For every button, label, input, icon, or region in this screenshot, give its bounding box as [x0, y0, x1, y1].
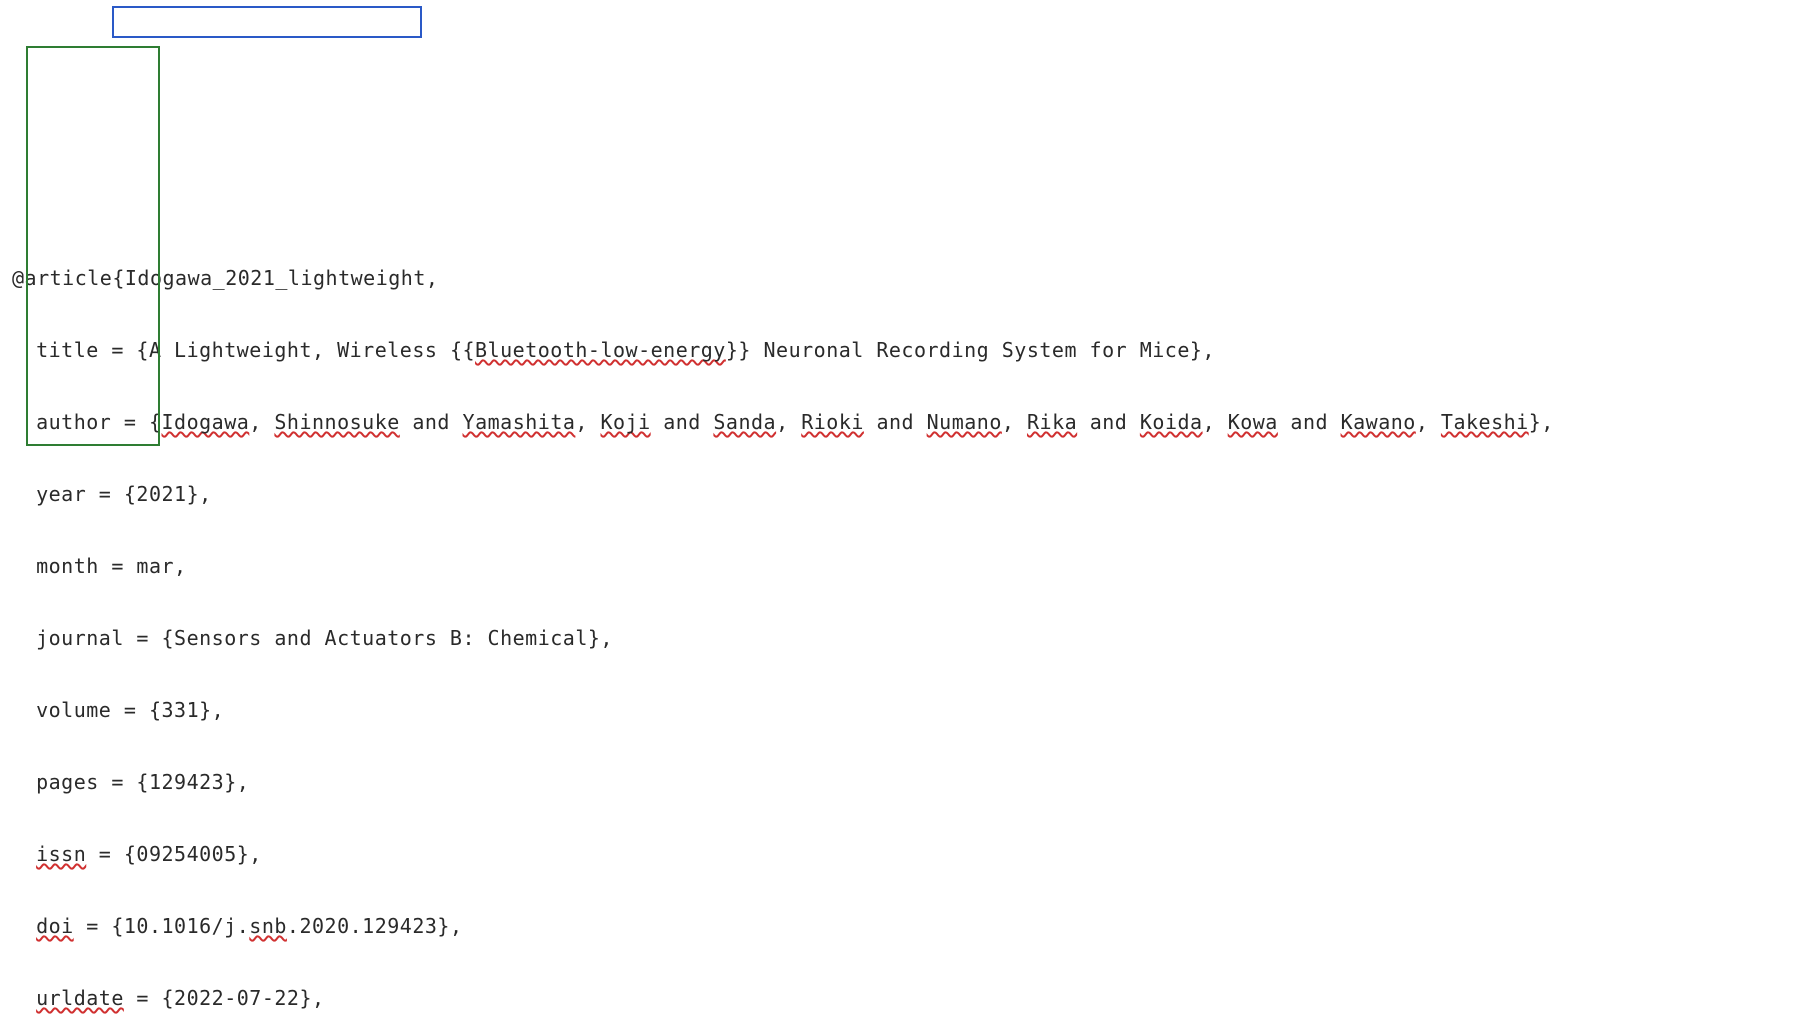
cite-key: Idogawa_2021_lightweight: [125, 266, 426, 290]
urldate-value: 2022-07-22: [174, 986, 299, 1010]
year-value: 2021: [136, 482, 186, 506]
field-urldate: urldate = {2022-07-22},: [12, 980, 1797, 1016]
bibtex-entry-header: @article{Idogawa_2021_lightweight,: [12, 260, 1797, 296]
issn-key: issn: [36, 842, 86, 866]
author-last: Idogawa: [162, 410, 250, 434]
field-volume: volume = {331},: [12, 692, 1797, 728]
issn-value: 09254005: [136, 842, 236, 866]
author-first: Kowa: [1228, 410, 1278, 434]
field-issn: issn = {09254005},: [12, 836, 1797, 872]
highlight-box-citekey: [112, 6, 422, 38]
field-doi: doi = {10.1016/j.snb.2020.129423},: [12, 908, 1797, 944]
field-year: year = {2021},: [12, 476, 1797, 512]
author-first: Shinnosuke: [274, 410, 399, 434]
bibtex-source: @article{Idogawa_2021_lightweight, title…: [12, 260, 1797, 1024]
urldate-key: urldate: [36, 986, 124, 1010]
field-author: author = {Idogawa, Shinnosuke and Yamash…: [12, 404, 1797, 440]
spellcheck-word: Bluetooth-low-energy: [475, 338, 726, 362]
spellcheck-word: snb: [249, 914, 287, 938]
month-value: mar: [136, 554, 174, 578]
author-last: Yamashita: [463, 410, 576, 434]
author-last: Sanda: [713, 410, 776, 434]
doi-key: doi: [36, 914, 74, 938]
field-month: month = mar,: [12, 548, 1797, 584]
author-last: Koida: [1140, 410, 1203, 434]
author-first: Rioki: [801, 410, 864, 434]
field-pages: pages = {129423},: [12, 764, 1797, 800]
entry-type: article: [25, 266, 113, 290]
author-last: Numano: [927, 410, 1002, 434]
journal-value: Sensors and Actuators B: Chemical: [174, 626, 588, 650]
pages-value: 129423: [149, 770, 224, 794]
author-first: Koji: [601, 410, 651, 434]
author-first: Takeshi: [1441, 410, 1529, 434]
author-first: Rika: [1027, 410, 1077, 434]
field-journal: journal = {Sensors and Actuators B: Chem…: [12, 620, 1797, 656]
author-last: Kawano: [1341, 410, 1416, 434]
volume-value: 331: [162, 698, 200, 722]
field-title: title = {A Lightweight, Wireless {{Bluet…: [12, 332, 1797, 368]
